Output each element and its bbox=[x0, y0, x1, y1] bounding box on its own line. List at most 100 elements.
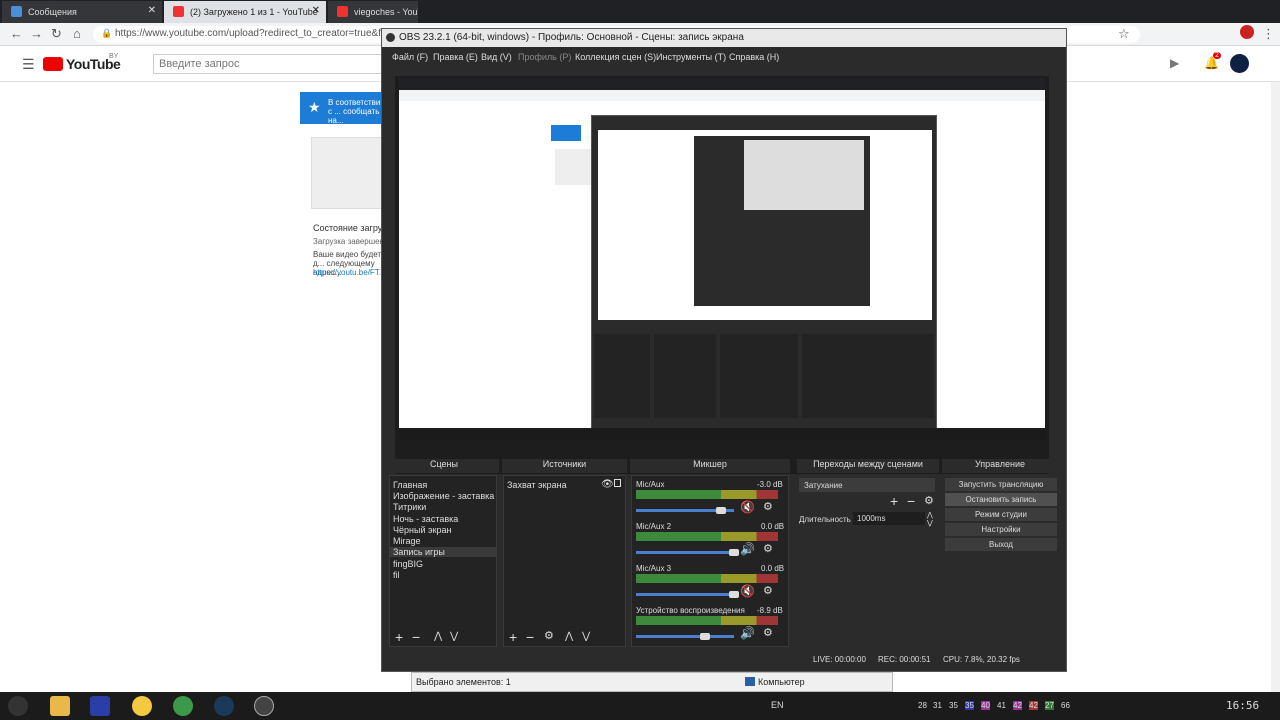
volume-slider[interactable] bbox=[636, 633, 734, 640]
reload-icon[interactable]: ↻ bbox=[51, 26, 62, 42]
scene-item[interactable]: fingBIG bbox=[393, 559, 493, 569]
scene-item[interactable]: Mirage bbox=[393, 536, 493, 546]
notification-badge: 2 bbox=[1213, 52, 1221, 59]
scene-item[interactable]: Главная bbox=[393, 480, 493, 490]
steam-icon[interactable] bbox=[214, 696, 234, 716]
gear-icon[interactable]: ⚙ bbox=[763, 584, 773, 597]
browser-tab-bar: Сообщения ✕ (2) Загружено 1 из 1 - YouTu… bbox=[0, 0, 1280, 23]
back-icon[interactable]: ← bbox=[10, 26, 23, 41]
close-icon[interactable]: ✕ bbox=[148, 5, 156, 16]
add-source-button[interactable]: + bbox=[509, 629, 517, 645]
remove-scene-button[interactable]: − bbox=[412, 629, 420, 645]
star-icon[interactable]: ☆ bbox=[1118, 26, 1130, 42]
gear-icon[interactable]: ⚙ bbox=[544, 629, 554, 642]
save-app-icon[interactable] bbox=[90, 696, 110, 716]
scene-item[interactable]: Ночь - заставка bbox=[393, 514, 493, 524]
muted-speaker-icon[interactable]: 🔇 bbox=[740, 584, 755, 598]
cpu-fps: CPU: 7.8%, 20.32 fps bbox=[943, 655, 1020, 664]
exit-button[interactable]: Выход bbox=[945, 538, 1057, 551]
tab-youtube-channel[interactable]: viegoches - YouTube bbox=[328, 1, 418, 23]
gear-icon[interactable]: ⚙ bbox=[924, 494, 934, 507]
volume-slider[interactable] bbox=[636, 591, 739, 598]
menu-file[interactable]: Файл (F) bbox=[392, 52, 428, 62]
remove-transition-button[interactable]: − bbox=[907, 493, 915, 509]
home-icon[interactable]: ⌂ bbox=[73, 26, 81, 41]
slider-knob[interactable] bbox=[716, 507, 726, 514]
avatar[interactable] bbox=[1230, 54, 1249, 73]
menu-tools[interactable]: Инструменты (T) bbox=[656, 52, 726, 62]
tab-youtube-upload[interactable]: (2) Загружено 1 из 1 - YouTube ✕ bbox=[164, 1, 326, 23]
channel-db: -3.0 dB bbox=[757, 480, 783, 489]
volume-slider[interactable] bbox=[636, 507, 734, 514]
scene-item[interactable]: Титрики bbox=[393, 502, 493, 512]
upload-video-icon[interactable]: ▶ bbox=[1170, 56, 1179, 70]
computer-label: Компьютер bbox=[758, 677, 805, 687]
move-up-icon[interactable]: ⋀ bbox=[434, 631, 442, 642]
start-streaming-button[interactable]: Запустить трансляцию bbox=[945, 478, 1057, 491]
muted-speaker-icon[interactable]: 🔇 bbox=[740, 500, 755, 514]
transitions-panel: Затухание + − ⚙ Длительность 1000ms ⋀ ⋁ bbox=[797, 475, 939, 647]
tab-messages[interactable]: Сообщения ✕ bbox=[2, 1, 162, 23]
start-icon[interactable] bbox=[8, 696, 28, 716]
preview-banner bbox=[551, 125, 581, 141]
chrome-icon[interactable] bbox=[173, 696, 193, 716]
stop-recording-button[interactable]: Остановить запись bbox=[945, 493, 1057, 506]
menu-help[interactable]: Справка (H) bbox=[729, 52, 779, 62]
volume-meter bbox=[636, 490, 778, 499]
preview-nested-obs bbox=[694, 136, 870, 306]
settings-button[interactable]: Настройки bbox=[945, 523, 1057, 536]
remove-source-button[interactable]: − bbox=[526, 629, 534, 645]
obs-preview[interactable] bbox=[395, 76, 1049, 474]
tray-value: 42 bbox=[1029, 701, 1038, 710]
video-link[interactable]: https://youtu.be/FT... bbox=[313, 268, 385, 277]
tray-value: 28 bbox=[918, 701, 927, 710]
close-icon[interactable]: ✕ bbox=[312, 5, 320, 16]
slider-knob[interactable] bbox=[729, 549, 739, 556]
transition-select[interactable]: Затухание bbox=[799, 478, 935, 492]
gear-icon[interactable]: ⚙ bbox=[763, 500, 773, 513]
speaker-icon[interactable]: 🔊 bbox=[740, 626, 755, 640]
sources-list: Захват экрана 👁 + − ⚙ ⋀ ⋁ bbox=[503, 475, 626, 647]
lock-icon[interactable] bbox=[614, 479, 621, 487]
add-scene-button[interactable]: + bbox=[395, 629, 403, 645]
speaker-icon[interactable]: 🔊 bbox=[740, 542, 755, 556]
add-transition-button[interactable]: + bbox=[890, 493, 898, 509]
menu-scene-collection[interactable]: Коллекция сцен (S) bbox=[575, 52, 656, 62]
menu-profile[interactable]: Профиль (P) bbox=[518, 52, 571, 62]
folder-icon[interactable] bbox=[50, 696, 70, 716]
menu-view[interactable]: Вид (V) bbox=[481, 52, 512, 62]
hamburger-icon[interactable]: ☰ bbox=[22, 56, 35, 73]
page-scrollbar[interactable] bbox=[1271, 82, 1280, 692]
duration-input[interactable]: 1000ms bbox=[853, 512, 925, 525]
spinner-icon[interactable]: ⋀ ⋁ bbox=[927, 511, 933, 527]
extension-icon[interactable] bbox=[1240, 25, 1254, 39]
preview-controls-dock bbox=[882, 334, 934, 418]
move-down-icon[interactable]: ⋁ bbox=[582, 631, 590, 642]
studio-mode-button[interactable]: Режим студии bbox=[945, 508, 1057, 521]
gear-icon[interactable]: ⚙ bbox=[763, 626, 773, 639]
slider-knob[interactable] bbox=[729, 591, 739, 598]
volume-meter bbox=[636, 616, 778, 625]
search-input[interactable]: Введите запрос bbox=[153, 54, 383, 74]
move-down-icon[interactable]: ⋁ bbox=[450, 631, 458, 642]
clock[interactable]: 16:56 bbox=[1226, 699, 1259, 712]
scene-item-selected[interactable]: Запись игры bbox=[390, 547, 496, 557]
menu-icon[interactable]: ⋮ bbox=[1262, 26, 1275, 42]
move-up-icon[interactable]: ⋀ bbox=[565, 631, 573, 642]
scene-item[interactable]: Чёрный экран bbox=[393, 525, 493, 535]
eye-icon[interactable]: 👁 bbox=[601, 479, 614, 490]
gear-icon[interactable]: ⚙ bbox=[763, 542, 773, 555]
paint-icon[interactable] bbox=[132, 696, 152, 716]
volume-slider[interactable] bbox=[636, 549, 739, 556]
forward-icon[interactable]: → bbox=[30, 26, 43, 41]
slider-knob[interactable] bbox=[700, 633, 710, 640]
scene-item[interactable]: fil bbox=[393, 570, 493, 580]
obs-icon[interactable] bbox=[254, 696, 274, 716]
preview-mixer-dock bbox=[720, 334, 798, 418]
source-item[interactable]: Захват экрана bbox=[507, 480, 607, 490]
menu-edit[interactable]: Правка (E) bbox=[433, 52, 478, 62]
scene-item[interactable]: Изображение - заставка bbox=[393, 491, 494, 501]
language-indicator[interactable]: EN bbox=[771, 700, 784, 710]
preview-tabbar bbox=[399, 78, 1045, 90]
volume-meter bbox=[636, 532, 778, 541]
